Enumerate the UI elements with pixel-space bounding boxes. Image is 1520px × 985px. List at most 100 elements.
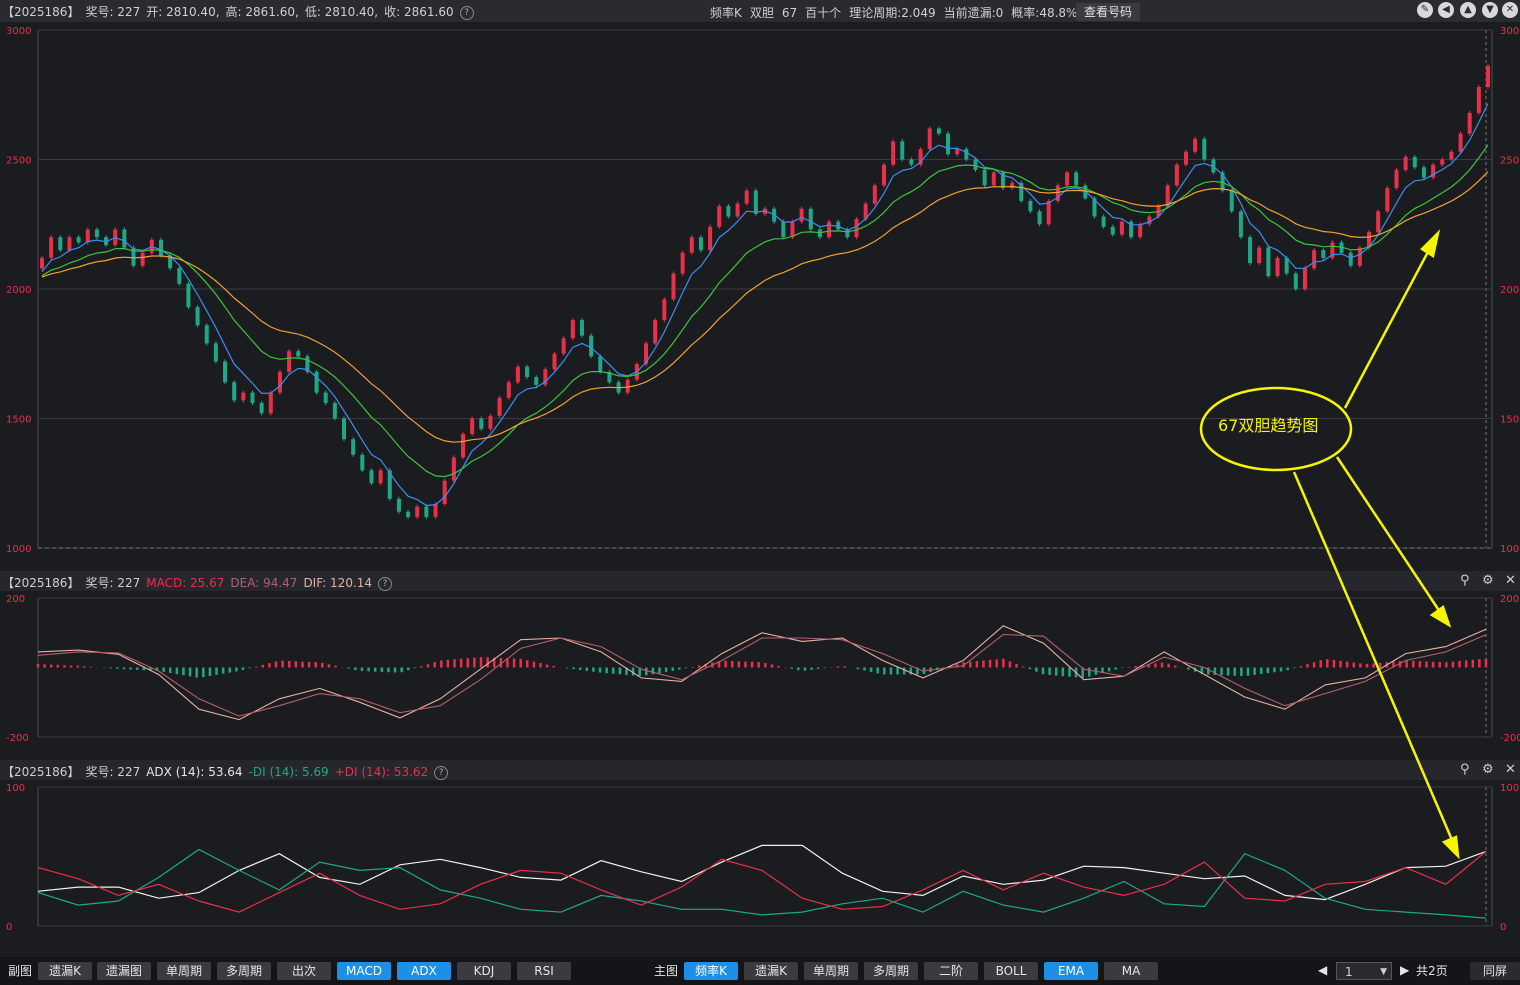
candle (927, 128, 932, 150)
sub-btn-adx[interactable]: ADX (397, 962, 451, 980)
candle (698, 237, 703, 251)
main-btn-freq-k[interactable]: 频率K (684, 962, 738, 980)
candle (1129, 221, 1134, 238)
plus-di-line (37, 851, 1487, 913)
main-btn-second-order[interactable]: 二阶 (924, 962, 978, 980)
candle (799, 208, 804, 222)
candle (1238, 211, 1243, 238)
macd-tick-label: 200 (6, 594, 25, 605)
main-btn-ema[interactable]: EMA (1044, 962, 1098, 980)
candle (1293, 273, 1298, 289)
candle (1412, 156, 1417, 168)
next-page-icon[interactable]: ▶ (1400, 963, 1409, 977)
page-select[interactable]: 1 ▼ (1336, 962, 1392, 980)
stat-omission: 当前遗漏:0 (943, 6, 1004, 20)
candle (250, 392, 255, 403)
candle (332, 402, 337, 419)
candle (67, 237, 72, 251)
candle (863, 203, 868, 220)
candle (653, 320, 658, 344)
candle (387, 470, 392, 499)
down-icon[interactable]: ▼ (1482, 2, 1498, 18)
candle (451, 457, 456, 481)
sub-btn-omit-chart[interactable]: 遗漏图 (97, 962, 151, 980)
page-total: 共2页 (1416, 964, 1448, 978)
same-screen-button[interactable]: 同屏 (1470, 962, 1520, 980)
main-tick-label: 2500 (6, 156, 31, 167)
main-btn-single-cycle[interactable]: 单周期 (804, 962, 858, 980)
pin-icon[interactable]: ⚲ (1460, 763, 1470, 777)
close-panel-icon[interactable]: ✕ (1505, 763, 1516, 777)
candle (579, 320, 584, 336)
pdi-value: +DI (14): 53.62 (334, 765, 429, 779)
main-btn-ma[interactable]: MA (1104, 962, 1158, 980)
candle (241, 392, 246, 401)
candle (817, 229, 822, 238)
view-numbers-button[interactable]: 查看号码 (1076, 3, 1140, 21)
candle (470, 418, 475, 435)
candle (616, 382, 621, 393)
candle (598, 356, 603, 372)
settings-icon[interactable]: ⚙ (1482, 763, 1494, 777)
prev-page-icon[interactable]: ◀ (1318, 963, 1327, 977)
candle (1367, 232, 1372, 248)
help-icon[interactable]: ? (434, 765, 449, 780)
candle (570, 320, 575, 339)
candle (662, 299, 667, 321)
candle (506, 382, 511, 398)
help-icon[interactable]: ? (459, 5, 474, 20)
candle (1174, 164, 1179, 186)
candle (1403, 156, 1408, 170)
candle (369, 470, 374, 484)
candle (177, 268, 182, 284)
edit-icon[interactable]: ✎ (1417, 2, 1433, 18)
stat-kind: 双胆 (749, 6, 774, 20)
close-icon[interactable]: ✕ (1502, 2, 1518, 18)
candle (772, 208, 777, 222)
up-icon[interactable]: ▲ (1460, 2, 1476, 18)
candle (396, 498, 401, 512)
candle (460, 434, 465, 458)
stat-period: 理论周期:2.049 (849, 6, 936, 20)
settings-icon[interactable]: ⚙ (1482, 574, 1494, 588)
main-btn-boll[interactable]: BOLL (984, 962, 1038, 980)
adx-header-info: 【2025186】 奖号: 227 ADX (14): 53.64 -DI (14):… (2, 763, 454, 780)
macd-period: 【2025186】 (2, 576, 80, 590)
ema-fast-line (41, 103, 1489, 507)
candle (964, 149, 969, 160)
sub-btn-macd[interactable]: MACD (337, 962, 391, 980)
sub-btn-single-cycle[interactable]: 单周期 (157, 962, 211, 980)
high-label: 高: 2861.60, (225, 5, 299, 19)
low-label: 低: 2810.40, (304, 5, 379, 19)
main-btn-omit-k[interactable]: 遗漏K (744, 962, 798, 980)
candle (671, 273, 676, 300)
ema-slow-line (41, 171, 1489, 443)
chart-area[interactable]: 3000300025002500200020001500150010001000… (0, 0, 1520, 985)
candle (1092, 198, 1097, 217)
candle (1000, 172, 1005, 188)
sub-btn-occurrences[interactable]: 出次 (277, 962, 331, 980)
dif-line (37, 625, 1487, 721)
candle (1193, 138, 1198, 152)
candle (515, 366, 520, 383)
stat-type: 频率K (710, 6, 742, 20)
candle (689, 237, 694, 253)
sub-btn-rsi[interactable]: RSI (517, 962, 571, 980)
back-icon[interactable]: ◀ (1438, 2, 1454, 18)
sub-btn-kdj[interactable]: KDJ (457, 962, 511, 980)
candle (936, 128, 941, 134)
candle (1357, 247, 1362, 266)
annotation-ellipse (1199, 386, 1353, 472)
pin-icon[interactable]: ⚲ (1460, 574, 1470, 588)
main-btn-multi-cycle[interactable]: 多周期 (864, 962, 918, 980)
candle (525, 366, 530, 378)
candle (277, 371, 282, 393)
candle (808, 208, 813, 230)
candle (204, 325, 209, 344)
candle (223, 361, 228, 383)
sub-btn-multi-cycle[interactable]: 多周期 (217, 962, 271, 980)
sub-btn-omit-k[interactable]: 遗漏K (38, 962, 92, 980)
candle (891, 141, 896, 165)
help-icon[interactable]: ? (378, 576, 393, 591)
close-panel-icon[interactable]: ✕ (1505, 574, 1516, 588)
